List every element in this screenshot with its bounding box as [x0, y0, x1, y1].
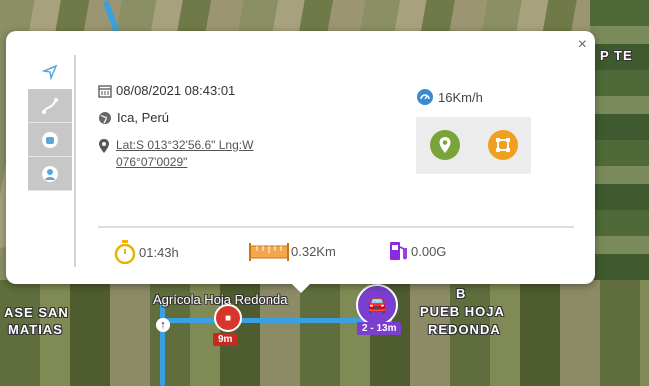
car-icon	[42, 131, 58, 148]
speed-text: 16Km/h	[438, 89, 483, 105]
coordinates-line-1[interactable]: Lat:S 013°32'56.6" Lng:W	[116, 137, 253, 154]
distance-stat: 0.32Km	[249, 240, 336, 262]
route-line	[102, 0, 120, 33]
duration-text: 01:43h	[139, 244, 179, 260]
globe-icon	[99, 111, 111, 124]
cluster-label: 2 - 13m	[357, 322, 402, 335]
fuel-text: 0.00G	[411, 243, 447, 259]
coordinates-link[interactable]: Lat:S 013°32'56.6" Lng:W 076°07'0029"	[116, 137, 253, 171]
map-field	[0, 280, 649, 386]
close-icon[interactable]: ×	[578, 37, 587, 53]
action-buttons	[416, 117, 531, 174]
location-pin-icon	[439, 137, 451, 153]
tab-route[interactable]	[28, 89, 72, 123]
vehicle-cluster-icon[interactable]: 🚘	[356, 284, 398, 326]
map-pin-icon	[99, 139, 109, 153]
coordinates-line-2[interactable]: 076°07'0029"	[116, 154, 253, 171]
duration-stat: 01:43h	[114, 240, 179, 264]
geofence-icon	[496, 138, 510, 152]
tab-navigation[interactable]	[28, 55, 72, 88]
map-label-pueb-hoja: PUEB HOJA	[420, 304, 505, 319]
stop-time-label: 9m	[213, 333, 238, 346]
location-text: Ica, Perú	[117, 110, 170, 125]
calendar-icon	[98, 84, 112, 98]
map-label-redonda: REDONDA	[428, 322, 501, 337]
stopwatch-icon	[114, 240, 136, 264]
datetime-text: 08/08/2021 08:43:01	[116, 83, 236, 98]
geofence-button[interactable]	[488, 130, 518, 160]
driver-icon	[42, 165, 58, 182]
datetime-row: 08/08/2021 08:43:01	[98, 83, 235, 98]
map-label-b: B	[456, 286, 467, 301]
fuel-pump-icon	[390, 242, 407, 260]
coordinates-row: Lat:S 013°32'56.6" Lng:W 076°07'0029"	[98, 137, 253, 171]
speedometer-icon	[417, 89, 433, 105]
tab-vehicle[interactable]	[28, 123, 72, 157]
route-icon	[42, 97, 58, 114]
location-row: Ica, Perú	[98, 110, 169, 125]
distance-text: 0.32Km	[291, 243, 336, 259]
navigation-arrow-icon	[42, 64, 58, 80]
speed-indicator: 16Km/h	[416, 88, 483, 106]
popup-sidebar	[28, 55, 76, 267]
stop-marker-icon[interactable]: ■	[214, 304, 242, 332]
route-line	[160, 300, 165, 386]
stats-divider	[98, 226, 574, 228]
map-label-san-matias-1: ASE SAN	[4, 305, 69, 320]
map-label-san-matias-2: MATIAS	[8, 322, 63, 337]
map-field	[590, 0, 649, 280]
map-label-hoja-redonda: Agrícola Hoja Redonda	[153, 292, 288, 307]
ruler-icon	[249, 243, 289, 261]
direction-arrow-icon: ↑	[156, 318, 170, 332]
fuel-stat: 0.00G	[388, 240, 446, 262]
show-location-button[interactable]	[430, 130, 460, 160]
vehicle-info-popup: × 08/08/2021 08:43:01 Ica, Perú Lat:S 01…	[6, 31, 595, 293]
tab-driver[interactable]	[28, 157, 72, 191]
map-label-top-right: P TE	[600, 48, 633, 63]
